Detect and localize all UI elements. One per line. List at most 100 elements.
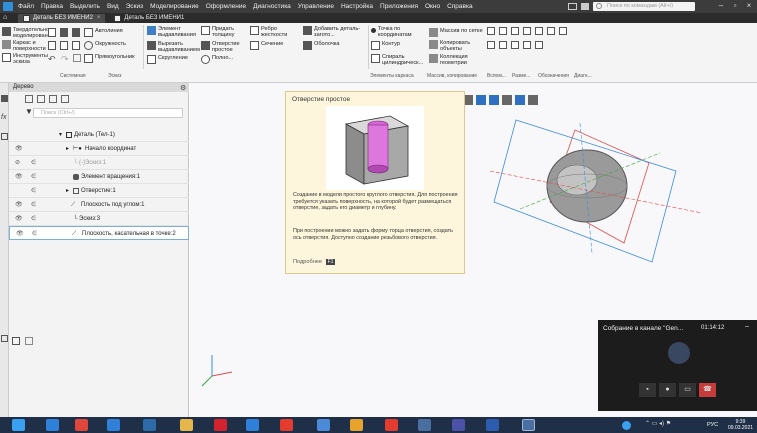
tray-icons[interactable]: ⌃ ▭ ◂) ⚑ <box>645 420 671 427</box>
hp-icon[interactable] <box>246 419 259 431</box>
tree-search-input[interactable]: Поиск (Ctrl+/) <box>33 108 183 118</box>
geometry-collection-button[interactable]: Коллекция геометрии <box>429 54 474 66</box>
meeting-minimize-icon[interactable]: – <box>745 323 749 330</box>
thicken-button[interactable]: Придать толщину <box>201 26 248 38</box>
close-tab-icon[interactable]: × <box>97 14 101 23</box>
more-view-icon[interactable] <box>528 95 538 105</box>
shaded-icon[interactable] <box>489 95 499 105</box>
base-icon[interactable] <box>499 41 507 49</box>
save-all-icon[interactable] <box>72 41 80 50</box>
tree-row-part[interactable]: ▾ Деталь (Тел-1) <box>9 128 189 142</box>
ie-icon[interactable] <box>46 419 59 431</box>
formula-icon[interactable]: fx <box>1 114 6 121</box>
dimension-icon[interactable] <box>523 27 531 35</box>
edge-icon[interactable] <box>107 419 120 431</box>
tree-panel-icon[interactable] <box>1 95 8 102</box>
rectangle-button[interactable]: Прямоугольник <box>84 54 135 63</box>
yandex-icon[interactable] <box>280 419 293 431</box>
command-search-input[interactable]: Поиск по командам (Alt+/) <box>593 2 695 11</box>
open-icon[interactable] <box>60 28 68 37</box>
menu-item-apps[interactable]: Приложения <box>380 3 418 10</box>
yandex-browser-icon[interactable] <box>385 419 398 431</box>
collapse-icon[interactable]: ▸ <box>66 142 69 156</box>
properties-panel-icon[interactable] <box>1 335 8 342</box>
section-button[interactable]: Сечение <box>250 41 283 50</box>
expand-icon[interactable]: ▾ <box>59 128 62 142</box>
tree-row-origin[interactable]: 👁 ▸ ⊢● Начало координат <box>9 142 189 156</box>
tree-structure-icon[interactable] <box>25 95 33 103</box>
measure-icon[interactable] <box>511 27 519 35</box>
grid-array-button[interactable]: Массив по сетке <box>429 28 483 37</box>
tree-settings-icon[interactable]: ⚙ <box>180 84 186 92</box>
point-by-coordinates-button[interactable]: Точка по координатам <box>371 26 414 38</box>
visibility-icon[interactable]: 👁 <box>15 198 23 212</box>
menu-item-file[interactable]: Файл <box>18 3 34 10</box>
filter-icon[interactable]: ▼ <box>25 107 33 117</box>
list-icon[interactable] <box>1 133 8 140</box>
check-icon[interactable] <box>523 41 531 49</box>
mode-solid-button[interactable]: Твердотельное моделирование <box>2 27 54 39</box>
word-icon[interactable] <box>486 419 499 431</box>
leader-icon[interactable] <box>511 41 519 49</box>
menu-item-modeling[interactable]: Моделирование <box>150 3 199 10</box>
menu-item-settings[interactable]: Настройка <box>341 3 373 10</box>
input-language[interactable]: РУС <box>707 422 718 428</box>
panel-layers-icon[interactable] <box>25 337 33 345</box>
meeting-window[interactable]: Собрание в канале "Gen... 01:14:12 – ▪ ●… <box>598 320 757 411</box>
tooltip-more-link[interactable]: Подробнее F1 <box>293 259 336 265</box>
roughness-icon[interactable] <box>487 41 495 49</box>
kompas-icon[interactable] <box>418 419 431 431</box>
designation-icon[interactable] <box>535 27 543 35</box>
print-icon[interactable] <box>48 41 56 50</box>
new-icon[interactable] <box>48 28 56 37</box>
panel-properties-icon[interactable] <box>12 337 20 345</box>
rib-button[interactable]: Ребро жесткости <box>250 26 293 38</box>
start-icon[interactable] <box>12 419 25 431</box>
shell-button[interactable]: Оболочка <box>303 41 339 50</box>
aux-axis-icon[interactable] <box>499 27 507 35</box>
tree-row-hole[interactable]: ∈ ▸ Отверстие:1 <box>9 184 189 198</box>
circle-button[interactable]: Окружность <box>84 41 126 50</box>
mic-button[interactable]: ● <box>659 383 676 397</box>
add-blank-part-button[interactable]: Добавить деталь-загото... <box>303 26 362 38</box>
diag-icon[interactable] <box>535 41 543 49</box>
menu-item-drawing[interactable]: Оформление <box>206 3 246 10</box>
maximize-button[interactable]: ▫ <box>728 0 742 13</box>
visibility-icon[interactable]: 👁 <box>15 170 23 184</box>
copy-objects-button[interactable]: Копировать объекты <box>429 40 474 52</box>
opera-icon[interactable] <box>214 419 227 431</box>
minimize-button[interactable]: – <box>714 0 728 13</box>
display-mode-icon[interactable] <box>476 95 486 105</box>
properties-icon[interactable] <box>60 41 68 50</box>
help-tray-icon[interactable] <box>622 421 631 430</box>
aux-plane-icon[interactable] <box>487 27 495 35</box>
teams-icon[interactable] <box>452 419 465 431</box>
spiral-button[interactable]: Спираль цилиндрическ... <box>371 54 426 66</box>
tab-part-2[interactable]: Деталь БЕЗ ИМЕНИ2 × <box>18 13 106 23</box>
tree-row-sketch-3[interactable]: 👁 ∈ └ Эскиз:3 <box>9 212 189 226</box>
tree-row-tangent-plane[interactable]: 👁 ∈ ⟋ Плоскость, касательная в точке:2 <box>9 226 189 240</box>
tree-row-revolve[interactable]: 👁 ∈ Элемент вращения:1 <box>9 170 189 184</box>
visibility-icon[interactable]: 👁 <box>15 212 23 226</box>
redo-icon[interactable]: ↷ <box>61 54 69 65</box>
tolerance-icon[interactable] <box>559 27 567 35</box>
visibility-icon[interactable]: 👁 <box>15 142 23 156</box>
system-clock[interactable]: 9:39 09.03.2021 <box>728 419 753 431</box>
mode-surface-button[interactable]: Каркас и поверхности <box>2 40 51 52</box>
close-button[interactable]: × <box>742 0 756 13</box>
save-icon[interactable] <box>72 28 80 37</box>
collapse-icon[interactable]: ▸ <box>66 184 69 198</box>
section-view-icon[interactable] <box>502 95 512 105</box>
tree-pin-icon[interactable] <box>61 95 69 103</box>
tree-filter-view-icon[interactable] <box>49 95 57 103</box>
panel-icon[interactable] <box>581 3 589 10</box>
autoline-button[interactable]: Автолиния <box>84 28 123 37</box>
snap-icon[interactable] <box>73 54 81 62</box>
angle-icon[interactable] <box>547 27 555 35</box>
camera-button[interactable]: ▪ <box>639 383 656 397</box>
menu-item-window[interactable]: Окно <box>425 3 440 10</box>
cut-extrude-button[interactable]: Вырезать выдавливанием <box>147 41 202 53</box>
menu-item-sketch[interactable]: Эскиз <box>126 3 143 10</box>
visibility-icon[interactable]: 👁 <box>16 227 24 241</box>
fillet-button[interactable]: Скругление <box>147 55 188 64</box>
